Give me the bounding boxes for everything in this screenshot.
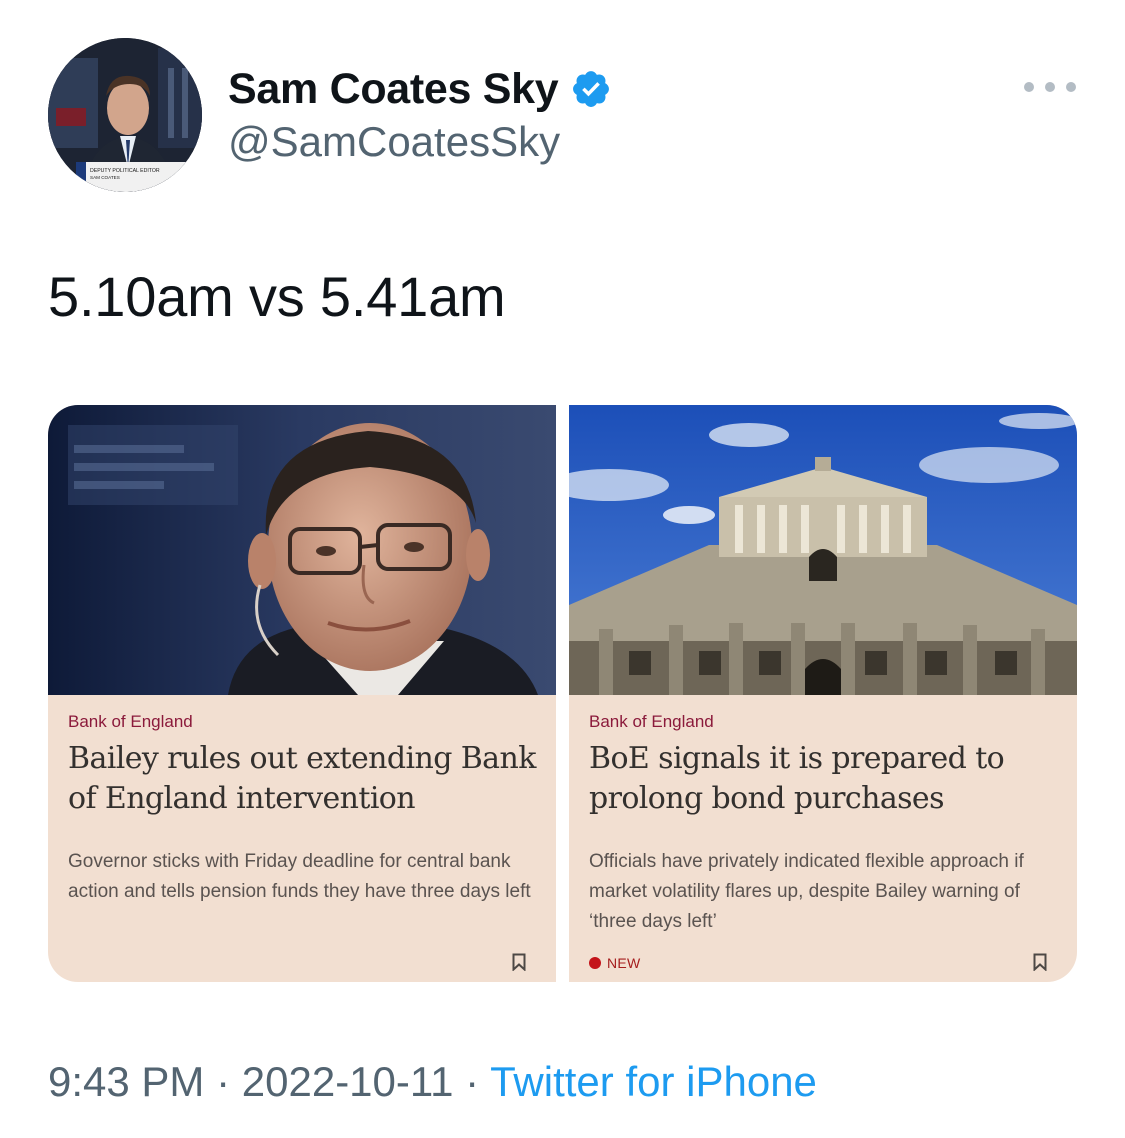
author-display-name[interactable]: Sam Coates Sky — [228, 65, 559, 114]
avatar-image: DEPUTY POLITICAL EDITOR SAM COATES — [48, 38, 202, 192]
verified-badge-icon — [570, 68, 612, 110]
article-section-label[interactable]: Bank of England — [68, 712, 193, 732]
article-headline[interactable]: BoE signals it is prepared to prolong bo… — [589, 739, 1065, 819]
avatar-caption-line2: SAM COATES — [90, 175, 120, 180]
meta-separator: · — [465, 1058, 480, 1105]
bookmark-icon[interactable] — [1033, 953, 1047, 972]
bookmark-icon[interactable] — [512, 953, 526, 972]
tweet-text: 5.10am vs 5.41am — [48, 265, 506, 328]
author-handle[interactable]: @SamCoatesSky — [228, 118, 560, 166]
tweet-time[interactable]: 9:43 PM — [48, 1058, 204, 1105]
article-card-left[interactable]: Bank of England Bailey rules out extendi… — [48, 405, 556, 982]
article-standfirst: Governor sticks with Friday deadline for… — [68, 851, 531, 902]
avatar-caption-line1: DEPUTY POLITICAL EDITOR — [90, 168, 160, 174]
author-name-row[interactable]: Sam Coates Sky — [228, 62, 612, 116]
article-photo-governor — [48, 405, 556, 695]
tweet-source-link[interactable]: Twitter for iPhone — [490, 1058, 817, 1105]
article-headline[interactable]: Bailey rules out extending Bank of Engla… — [68, 739, 544, 819]
tweet-meta: 9:43 PM · 2022-10-11 · Twitter for iPhon… — [48, 1058, 817, 1106]
new-badge-label: NEW — [607, 955, 641, 971]
meta-separator: · — [216, 1058, 231, 1105]
author-avatar[interactable]: DEPUTY POLITICAL EDITOR SAM COATES — [48, 38, 202, 192]
tweet-date[interactable]: 2022-10-11 — [242, 1058, 454, 1105]
more-dot — [1024, 82, 1034, 92]
new-dot-icon — [589, 957, 601, 969]
new-badge: NEW — [589, 955, 641, 971]
more-dot — [1045, 82, 1055, 92]
article-standfirst: Officials have privately indicated flexi… — [589, 851, 1024, 932]
tweet-media[interactable]: Bank of England Bailey rules out extendi… — [48, 405, 1077, 982]
article-photo-bank-building — [569, 405, 1077, 695]
more-options-icon[interactable] — [1024, 74, 1076, 100]
article-card-right[interactable]: Bank of England BoE signals it is prepar… — [569, 405, 1077, 982]
article-section-label[interactable]: Bank of England — [589, 712, 714, 732]
more-dot — [1066, 82, 1076, 92]
